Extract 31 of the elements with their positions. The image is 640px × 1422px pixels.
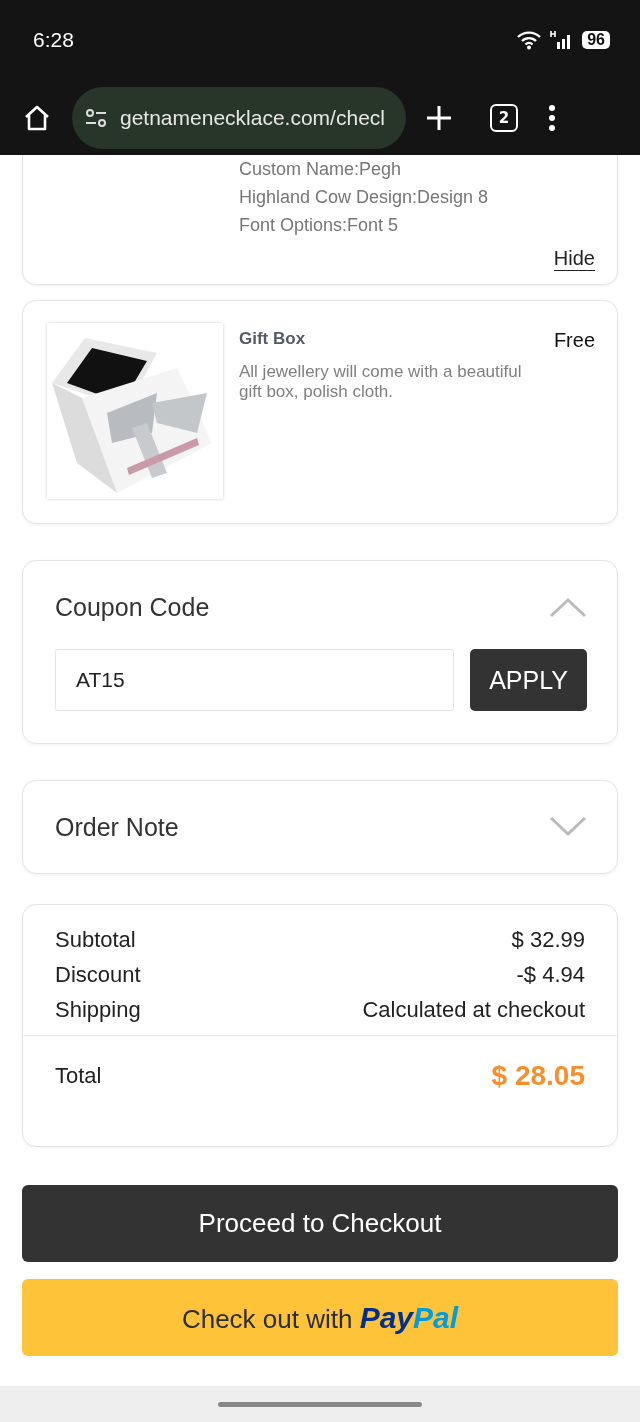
summary-label: Discount bbox=[55, 962, 141, 988]
total-value: $ 28.05 bbox=[491, 1060, 585, 1092]
coupon-title: Coupon Code bbox=[55, 592, 210, 622]
apply-button[interactable]: APPLY bbox=[470, 649, 587, 711]
address-bar[interactable]: getnamenecklace.com/checl bbox=[72, 86, 406, 149]
summary-value: $ 32.99 bbox=[511, 927, 585, 953]
coupon-input[interactable]: AT15 bbox=[55, 649, 454, 711]
home-indicator[interactable] bbox=[218, 1401, 422, 1407]
product-option: Font Options:Font 5 bbox=[239, 211, 595, 239]
summary-label: Shipping bbox=[55, 997, 141, 1023]
summary-label: Subtotal bbox=[55, 927, 136, 953]
gift-price: Free bbox=[553, 329, 595, 352]
menu-icon[interactable] bbox=[548, 103, 556, 132]
summary-value: Calculated at checkout bbox=[362, 997, 585, 1023]
battery-indicator: 96 bbox=[582, 31, 610, 49]
url-text: getnamenecklace.com/checl bbox=[120, 105, 385, 130]
new-tab-icon[interactable] bbox=[426, 104, 452, 131]
tab-count-button[interactable]: 2 bbox=[490, 103, 518, 132]
order-note-title: Order Note bbox=[55, 812, 179, 842]
wifi-icon bbox=[516, 30, 543, 50]
checkout-button[interactable]: Proceed to Checkout bbox=[22, 1185, 618, 1262]
hide-link[interactable]: Hide bbox=[553, 247, 595, 271]
product-option: Highland Cow Design:Design 8 bbox=[239, 183, 595, 211]
site-settings-icon[interactable] bbox=[84, 107, 108, 128]
gift-description: All jewellery will come with a beautiful gift box, polish cloth. bbox=[239, 362, 523, 402]
summary-value: -$ 4.94 bbox=[516, 962, 585, 988]
product-option: Custom Name:Pegh bbox=[239, 155, 595, 183]
paypal-button[interactable]: Check out with PayPal bbox=[22, 1279, 618, 1356]
gift-title: Gift Box bbox=[239, 329, 306, 350]
status-time: 6:28 bbox=[33, 28, 74, 52]
total-label: Total bbox=[55, 1063, 102, 1089]
